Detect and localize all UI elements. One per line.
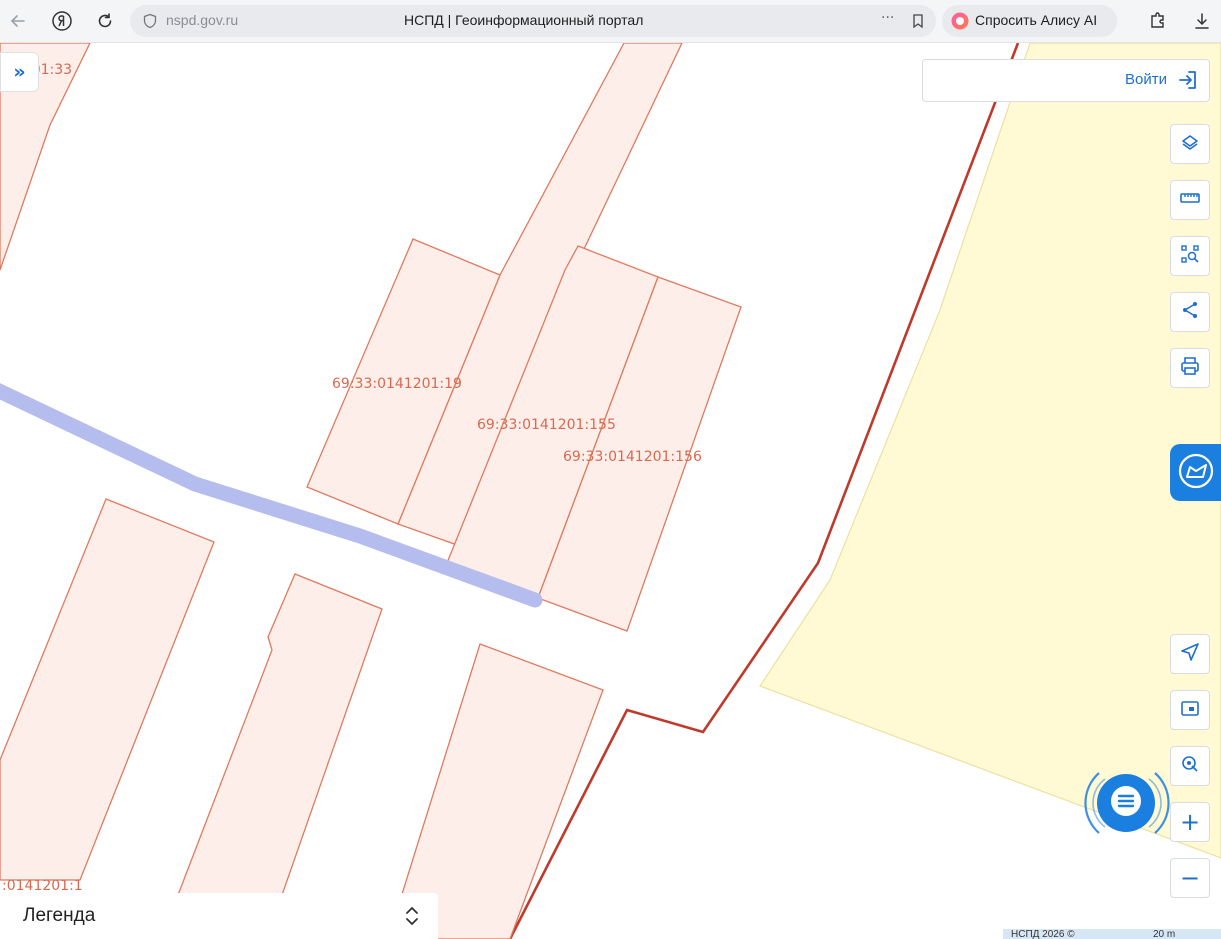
download-icon[interactable] — [1190, 9, 1214, 33]
zoom-in-button[interactable]: + — [1170, 802, 1210, 842]
zone-area[interactable] — [759, 43, 1221, 859]
map-layer: 69:33:0141201:19 69:33:0141201:155 69:33… — [0, 43, 1221, 939]
url-text: nspd.gov.ru — [166, 12, 239, 28]
zoom-out-button[interactable]: − — [1170, 858, 1210, 898]
map-canvas[interactable]: 69:33:0141201:19 69:33:0141201:155 69:33… — [0, 43, 1221, 939]
chat-icon — [1109, 784, 1143, 822]
expand-collapse-icon[interactable] — [402, 903, 422, 929]
page-title: НСПД | Геоинформационный портал — [404, 12, 644, 28]
chat-button[interactable] — [1097, 774, 1155, 832]
feedback-widget-icon — [1176, 451, 1216, 495]
yandex-logo-icon[interactable] — [50, 9, 74, 33]
sidebar-toggle-button[interactable]: » — [0, 52, 39, 92]
share-button[interactable] — [1170, 292, 1210, 332]
parcel-label[interactable]: 69:33:0141201:19 — [332, 376, 462, 392]
zoom-in-icon: + — [1179, 808, 1201, 836]
feedback-widget-tab[interactable] — [1170, 444, 1221, 501]
map-frame-button[interactable] — [1170, 690, 1210, 730]
login-label: Войти — [1125, 71, 1167, 88]
login-button[interactable]: Войти — [922, 59, 1210, 102]
ruler-button[interactable] — [1170, 180, 1210, 220]
legend-title: Легенда — [23, 905, 96, 926]
parcel-polygon[interactable] — [177, 573, 383, 896]
ask-alice-label: Спросить Алису AI — [975, 12, 1098, 28]
parcel-label[interactable]: 69:33:0141201:156 — [563, 449, 702, 465]
print-button[interactable] — [1170, 348, 1210, 388]
alice-icon — [950, 11, 970, 31]
geolocation-icon — [1179, 753, 1201, 779]
double-chevron-right-icon: » — [13, 61, 26, 83]
geolocation-button[interactable] — [1170, 746, 1210, 786]
area-select-button[interactable] — [1170, 236, 1210, 276]
copyright-text: НСПД 2026 © — [1011, 929, 1075, 939]
share-icon — [1179, 299, 1201, 325]
map-footer: НСПД 2026 © 20 m — [1003, 929, 1221, 939]
login-icon — [1177, 69, 1199, 91]
locate-icon — [1179, 641, 1201, 667]
address-bar[interactable]: nspd.gov.ru НСПД | Геоинформационный пор… — [130, 5, 936, 37]
print-icon — [1179, 355, 1201, 381]
parcel-polygon[interactable] — [0, 498, 215, 881]
shield-icon — [142, 13, 158, 29]
map-frame-icon — [1179, 697, 1201, 723]
zoom-out-icon: − — [1179, 864, 1201, 892]
legend-panel[interactable]: Легенда — [7, 893, 438, 939]
more-icon[interactable]: ··· — [881, 10, 894, 26]
ask-alice-button[interactable]: Спросить Алису AI — [942, 5, 1117, 37]
reload-icon[interactable] — [93, 9, 117, 33]
locate-button[interactable] — [1170, 634, 1210, 674]
browser-toolbar: nspd.gov.ru НСПД | Геоинформационный пор… — [0, 0, 1221, 43]
parcel-label[interactable]: 69:33:0141201:155 — [477, 417, 616, 433]
ruler-icon — [1179, 187, 1201, 213]
extensions-icon[interactable] — [1146, 9, 1170, 33]
parcel-label[interactable]: :0141201:1 — [2, 878, 83, 894]
bookmark-icon[interactable] — [910, 13, 926, 29]
layers-icon — [1179, 131, 1201, 157]
scale-label: 20 m — [1153, 929, 1176, 939]
area-select-icon — [1179, 243, 1201, 269]
layers-button[interactable] — [1170, 124, 1210, 164]
back-arrow-icon[interactable] — [6, 9, 30, 33]
